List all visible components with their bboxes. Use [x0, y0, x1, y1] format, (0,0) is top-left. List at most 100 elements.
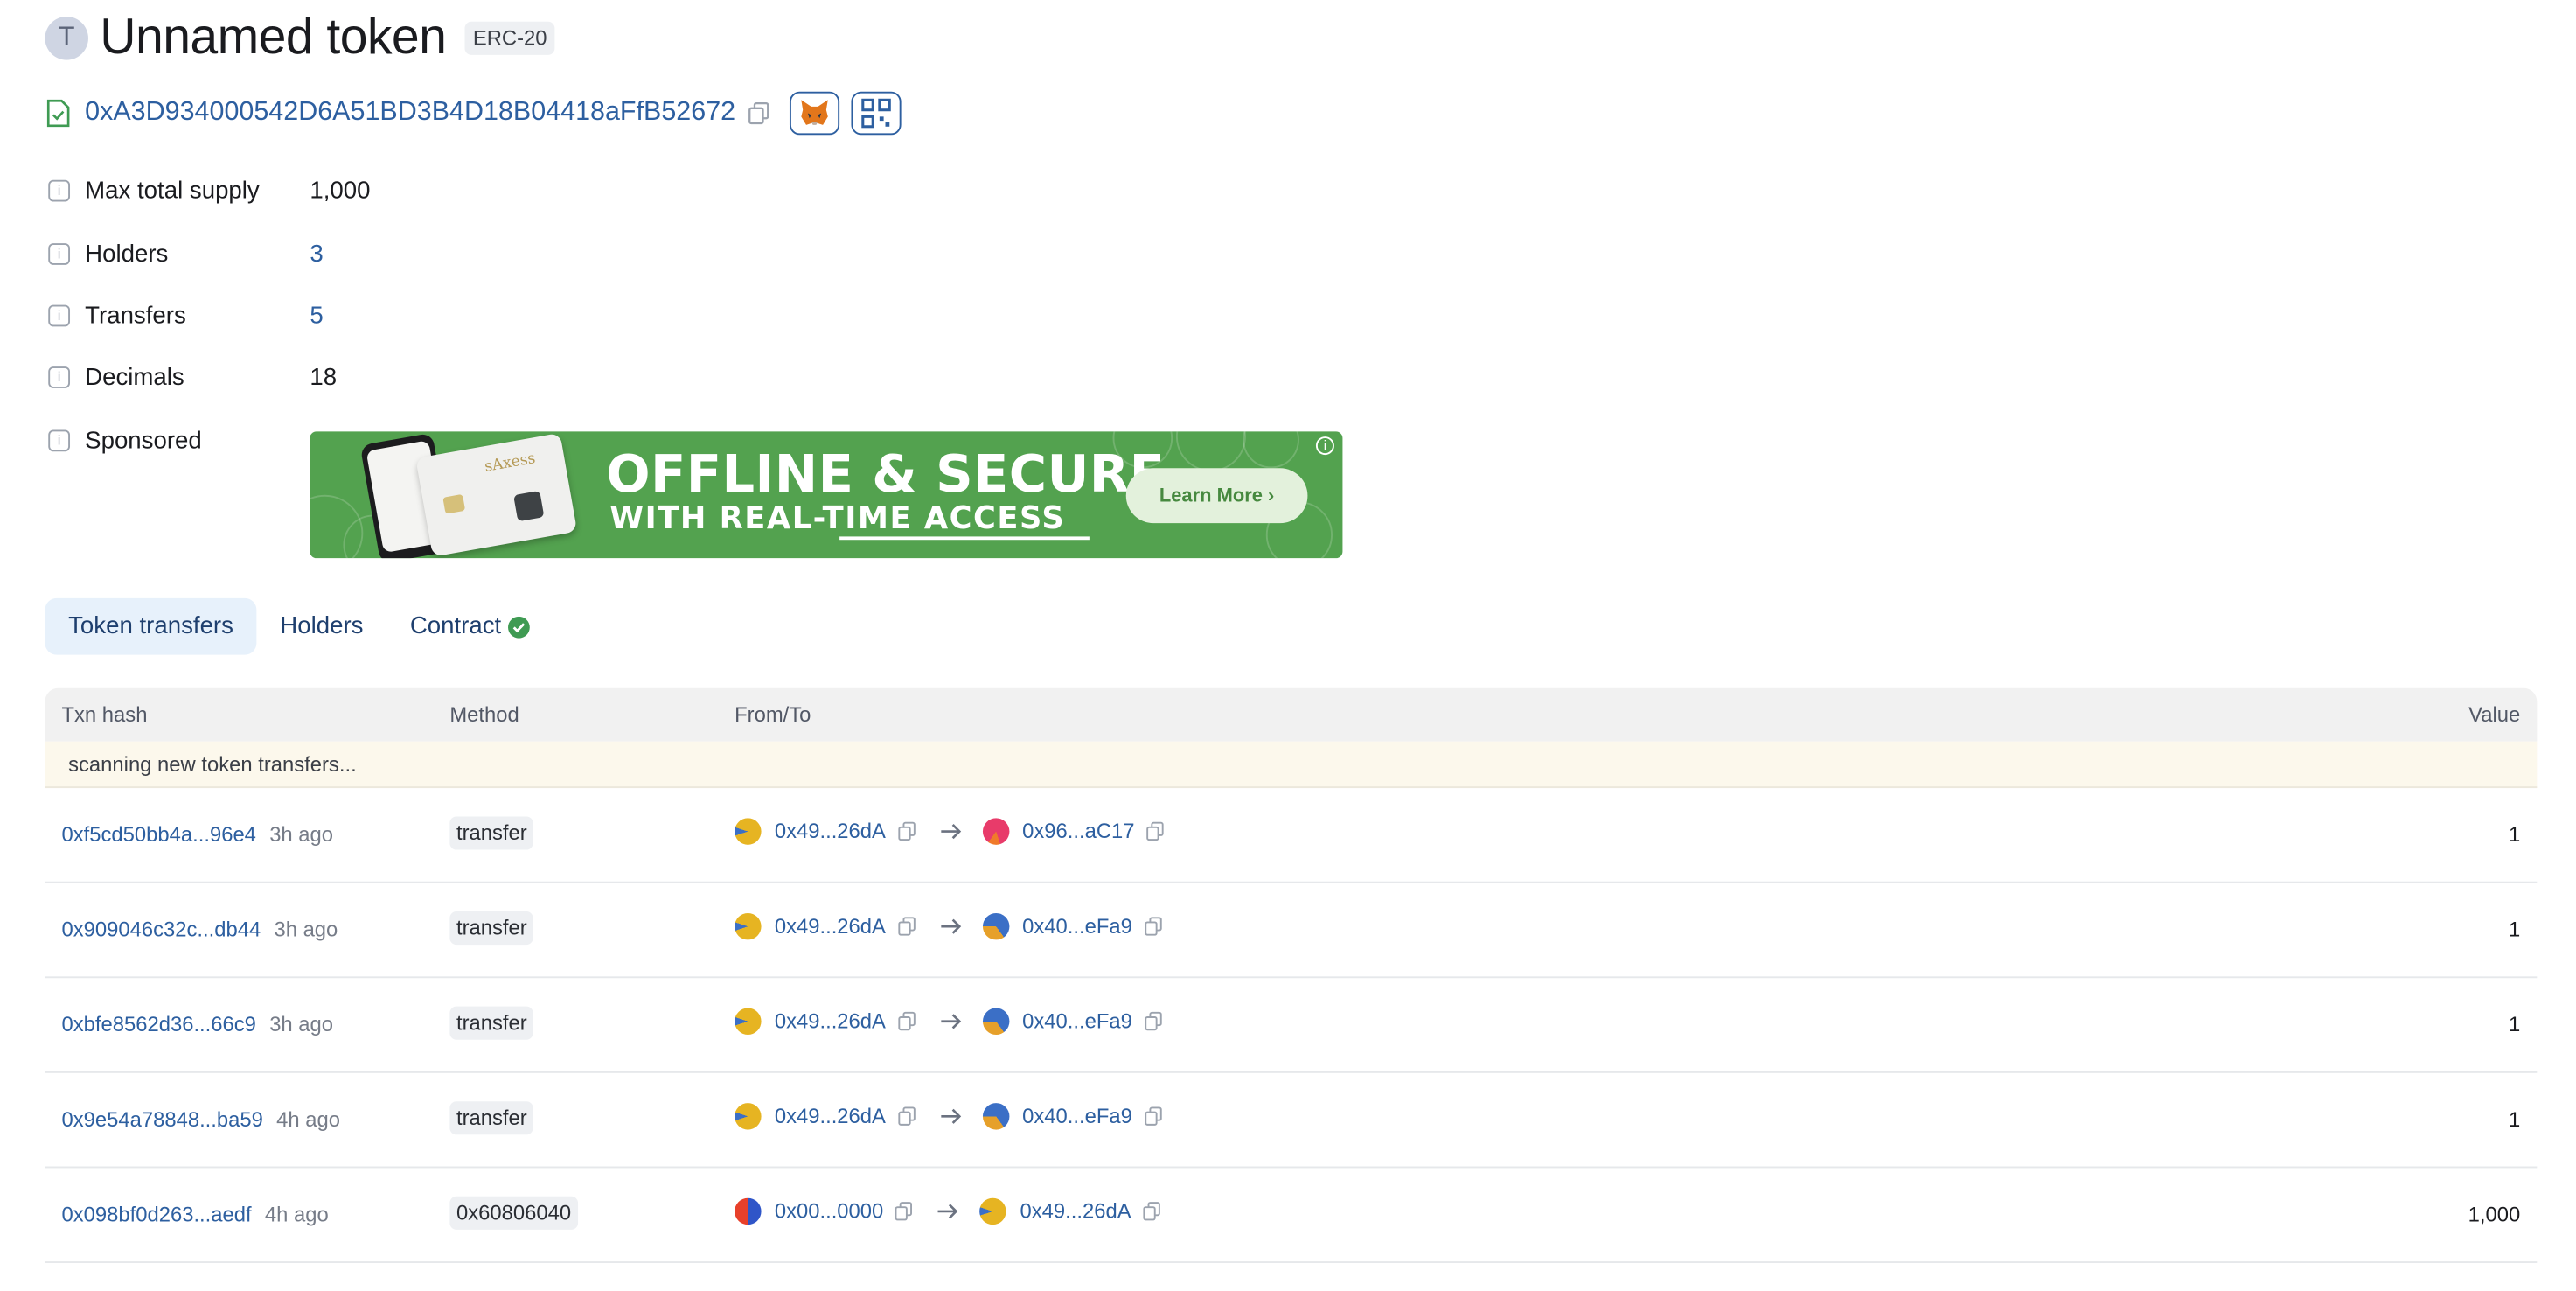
column-header-from-to: From/To	[735, 702, 811, 727]
copy-icon[interactable]	[1144, 917, 1162, 937]
to-address-link[interactable]: 0x96...aC17	[1022, 820, 1134, 843]
metamask-fox-icon	[800, 100, 827, 125]
from-to-cell: 0x49...26dA 0x96...aC17	[735, 816, 1165, 846]
transfers-count-link[interactable]: 5	[310, 303, 323, 329]
to-address-link[interactable]: 0x40...eFa9	[1022, 1009, 1132, 1033]
scanning-notice: scanning new token transfers...	[45, 741, 2538, 789]
copy-icon[interactable]	[1146, 821, 1165, 841]
info-icon[interactable]: i	[48, 243, 71, 265]
from-address-link[interactable]: 0x49...26dA	[775, 915, 886, 939]
from-to-cell: 0x49...26dA 0x40...eFa9	[735, 911, 1162, 941]
copy-icon[interactable]	[897, 1011, 916, 1031]
method-badge: 0x60806040	[449, 1196, 578, 1230]
value-cell: 1	[2509, 918, 2521, 942]
txn-age: 3h ago	[269, 823, 334, 847]
token-standard-badge: ERC-20	[464, 21, 556, 55]
txn-hash-link[interactable]: 0x9e54a78848...ba59	[61, 1108, 262, 1132]
tab-label: Holders	[280, 613, 364, 640]
address-avatar	[735, 1197, 762, 1225]
txn-hash-link[interactable]: 0xf5cd50bb4a...96e4	[61, 823, 255, 847]
info-icon[interactable]: i	[48, 179, 71, 202]
txn-age: 3h ago	[269, 1013, 334, 1036]
token-avatar: T	[45, 17, 88, 60]
txn-age: 4h ago	[276, 1107, 340, 1132]
address-avatar	[735, 818, 762, 845]
table-row: 0xf5cd50bb4a...96e4 3h ago transfer 0x49.…	[45, 788, 2538, 883]
decorative-circle	[1175, 431, 1246, 472]
copy-icon[interactable]	[1144, 1106, 1162, 1127]
decorative-circle	[1243, 431, 1299, 469]
from-address-link[interactable]: 0x49...26dA	[775, 1105, 886, 1128]
address-avatar	[979, 1197, 1007, 1225]
txn-hash-cell: 0x098bf0d263...aedf 4h ago	[61, 1203, 328, 1226]
address-avatar	[982, 818, 1009, 845]
ad-subheadline: WITH REAL-TIME ACCESS	[609, 501, 1066, 537]
table-row: 0x909046c32c...db44 3h ago transfer 0x49.…	[45, 883, 2538, 979]
copy-icon[interactable]	[895, 1202, 914, 1222]
from-to-cell: 0x00...0000 0x49...26dA	[735, 1197, 1161, 1226]
from-address-link[interactable]: 0x49...26dA	[775, 820, 886, 843]
from-address-link[interactable]: 0x49...26dA	[775, 1009, 886, 1033]
tab-label: Token transfers	[68, 613, 233, 640]
token-address-row: 0xA3D934000542D6A51BD3B4D18B04418aFfB526…	[45, 91, 901, 136]
txn-hash-cell: 0xf5cd50bb4a...96e4 3h ago	[61, 823, 333, 847]
verified-check-icon	[507, 615, 530, 638]
qr-code-icon	[860, 98, 890, 129]
from-to-cell: 0x49...26dA 0x40...eFa9	[735, 1007, 1162, 1036]
sponsored-banner[interactable]: sAxess OFFLINE & SECURE WITH REAL-TIME A…	[310, 431, 1343, 559]
from-to-cell: 0x49...26dA 0x40...eFa9	[735, 1101, 1162, 1131]
info-icon[interactable]: i	[48, 429, 71, 452]
table-row: 0xbfe8562d36...66c9 3h ago transfer 0x49.…	[45, 978, 2538, 1073]
arrow-right-icon	[938, 1204, 959, 1219]
txn-hash-link[interactable]: 0x098bf0d263...aedf	[61, 1203, 251, 1226]
tab-label: Contract	[409, 613, 502, 640]
scanning-text: scanning new token transfers...	[68, 753, 357, 777]
qr-code-button[interactable]	[850, 91, 901, 136]
detail-row-transfers: i Transfers 5	[45, 303, 1544, 329]
token-header: T Unnamed token ERC-20	[45, 10, 556, 66]
tab-holders[interactable]: Holders	[257, 598, 387, 655]
txn-hash-link[interactable]: 0xbfe8562d36...66c9	[61, 1013, 255, 1036]
detail-label: Sponsored	[85, 427, 202, 455]
info-icon[interactable]: i	[48, 366, 71, 388]
copy-icon[interactable]	[897, 821, 916, 841]
token-address-link[interactable]: 0xA3D934000542D6A51BD3B4D18B04418aFfB526…	[85, 98, 735, 128]
detail-label: Holders	[85, 241, 169, 268]
copy-icon[interactable]	[747, 101, 769, 125]
add-to-metamask-button[interactable]	[789, 91, 839, 136]
txn-hash-link[interactable]: 0x909046c32c...db44	[61, 918, 261, 942]
to-address-link[interactable]: 0x40...eFa9	[1022, 915, 1132, 939]
table-row: 0x9e54a78848...ba59 4h ago transfer 0x49.…	[45, 1073, 2538, 1169]
to-address-link[interactable]: 0x49...26dA	[1020, 1200, 1131, 1224]
holders-count-link[interactable]: 3	[310, 241, 323, 267]
method-badge: transfer	[449, 816, 534, 850]
copy-icon[interactable]	[1144, 1011, 1162, 1031]
max-supply-value: 1,000	[310, 177, 371, 205]
ad-headline: OFFLINE & SECURE	[606, 444, 1166, 506]
token-transfers-table: Txn hash Method From/To Value scanning n…	[45, 687, 2538, 1263]
from-address-link[interactable]: 0x00...0000	[775, 1200, 883, 1224]
copy-icon[interactable]	[897, 1106, 916, 1127]
txn-hash-cell: 0x9e54a78848...ba59 4h ago	[61, 1108, 339, 1132]
arrow-right-icon	[940, 1108, 961, 1124]
contract-verified-icon	[46, 99, 70, 128]
tab-contract[interactable]: Contract	[386, 598, 553, 655]
copy-icon[interactable]	[897, 917, 916, 937]
address-avatar	[982, 912, 1009, 940]
token-page: T Unnamed token ERC-20 0xA3D934000542D6A…	[0, 0, 2575, 1291]
to-address-link[interactable]: 0x40...eFa9	[1022, 1105, 1132, 1128]
method-badge: transfer	[449, 911, 534, 946]
method-badge: transfer	[449, 1006, 534, 1040]
copy-icon[interactable]	[1143, 1202, 1161, 1222]
address-avatar	[982, 1103, 1009, 1130]
detail-row-holders: i Holders 3	[45, 241, 1544, 268]
ad-info-icon[interactable]: i	[1315, 436, 1334, 456]
info-icon[interactable]: i	[48, 304, 71, 327]
ad-underline	[839, 536, 1090, 541]
learn-more-button[interactable]: Learn More ›	[1125, 468, 1308, 524]
value-cell: 1	[2509, 823, 2521, 847]
txn-hash-cell: 0x909046c32c...db44 3h ago	[61, 918, 338, 942]
decimals-value: 18	[310, 364, 338, 391]
tab-token-transfers[interactable]: Token transfers	[45, 597, 257, 655]
table-header: Txn hash Method From/To Value	[45, 687, 2538, 742]
